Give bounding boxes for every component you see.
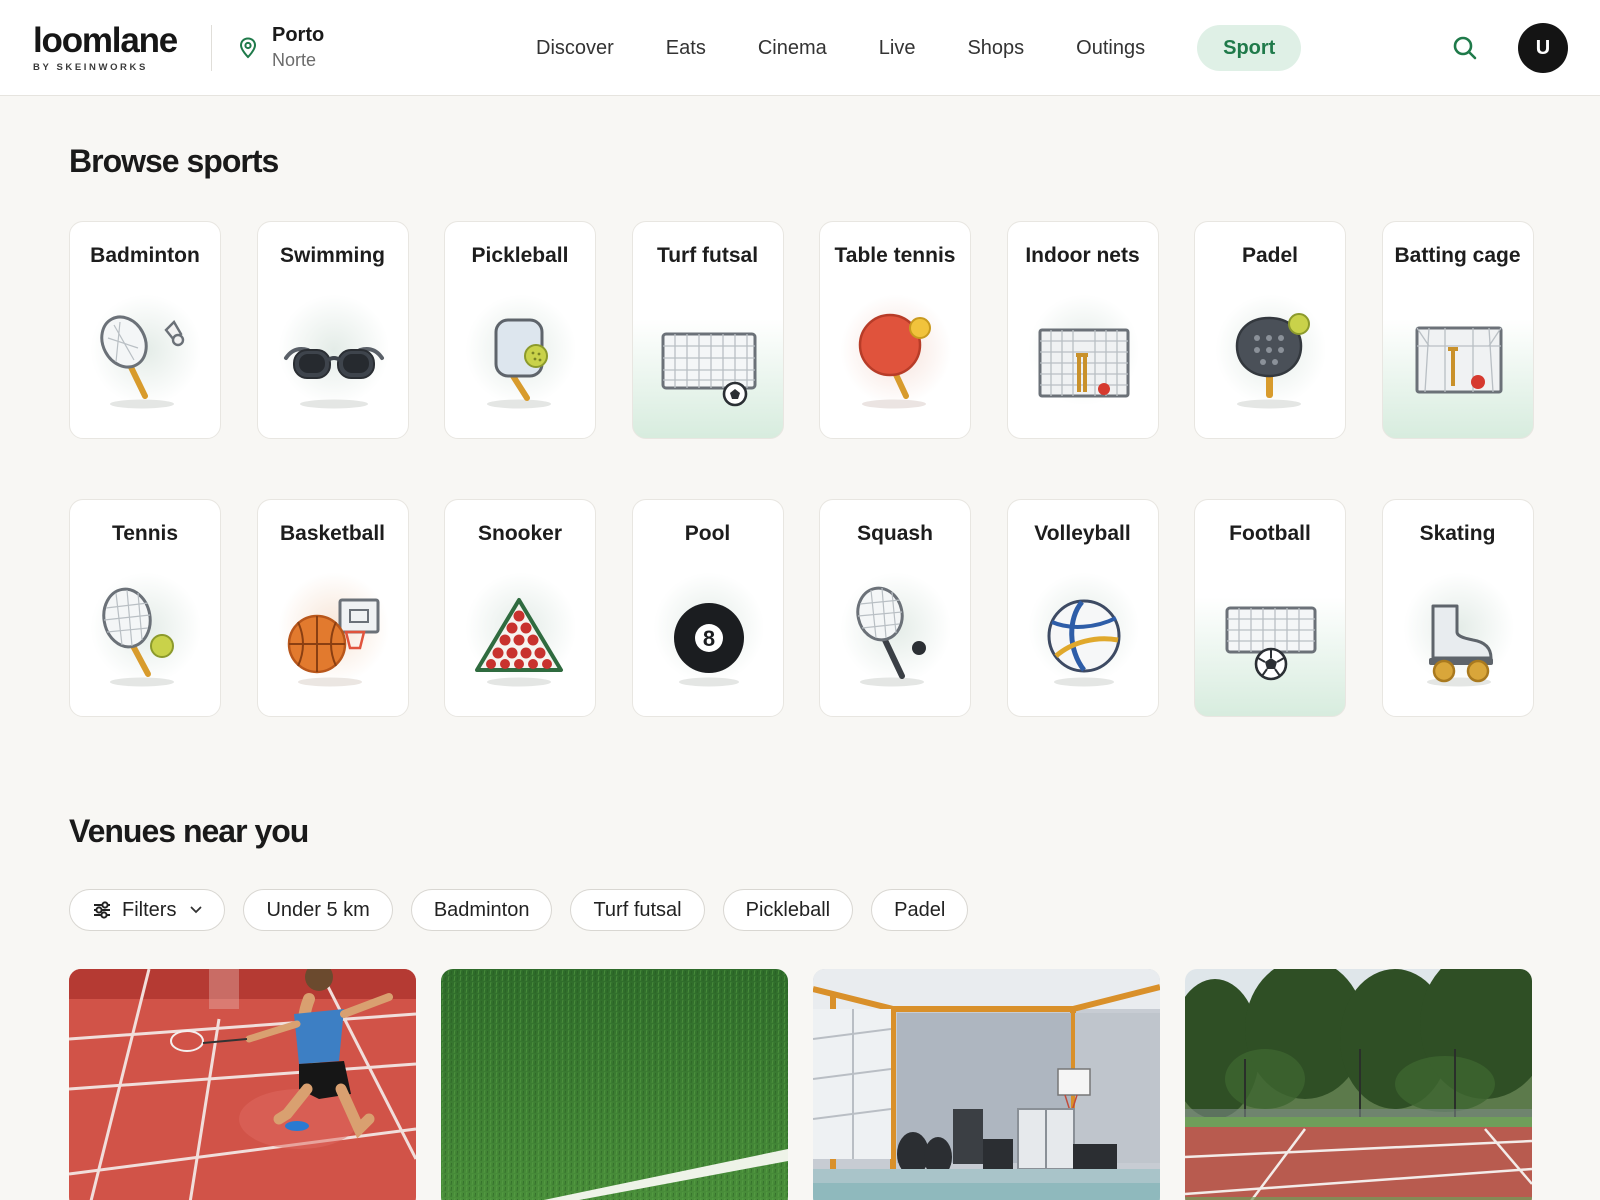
sport-label: Volleyball — [1034, 522, 1131, 545]
sport-tile-padel[interactable]: Padel — [1194, 221, 1346, 439]
cricket-nets-icon — [1038, 328, 1129, 398]
venue-list — [69, 969, 1532, 1200]
location-city[interactable]: Porto — [272, 24, 324, 47]
sport-tile-pickleball[interactable]: Pickleball — [444, 221, 596, 439]
sport-label: Padel — [1241, 244, 1299, 267]
chevron-down-icon — [191, 906, 202, 914]
nav-cinema[interactable]: Cinema — [732, 25, 853, 71]
sport-tile-pool[interactable]: Pool 8 — [631, 499, 784, 717]
nav-sport[interactable]: Sport — [1197, 25, 1302, 71]
search-icon[interactable] — [1450, 33, 1480, 63]
sport-label: Swimming — [279, 244, 385, 267]
sport-tile-volleyball[interactable]: Volleyball — [1006, 499, 1159, 717]
nav-eats[interactable]: Eats — [640, 25, 732, 71]
sport-tile-basketball[interactable]: Basketball — [256, 499, 409, 717]
sliders-icon — [94, 901, 110, 919]
filters-button[interactable]: Filters — [69, 889, 226, 931]
indoor-sports-hall-photo — [813, 969, 1160, 1200]
filter-chip-padel[interactable]: Padel — [871, 889, 969, 931]
basketball-hoop-icon — [287, 598, 379, 687]
eight-ball-number: 8 — [702, 626, 714, 651]
sport-label: Batting cage — [1394, 244, 1521, 267]
sport-label: Table tennis — [834, 244, 956, 267]
sport-label: Snooker — [477, 522, 563, 545]
filter-bar: Filters Under 5 km Badminton Turf futsal… — [69, 889, 969, 931]
volleyball-icon — [1047, 599, 1120, 687]
top-header: loomlane BY SKEINWORKS Porto Norte Disco… — [0, 0, 1600, 96]
sport-label: Turf futsal — [656, 244, 759, 267]
badminton-icon — [100, 315, 185, 409]
squash-racket-icon — [856, 586, 926, 687]
turf-field-photo — [441, 969, 788, 1200]
user-avatar[interactable]: U — [1518, 23, 1568, 73]
pickleball-paddle-icon — [487, 318, 551, 409]
sport-tile-turf-futsal[interactable]: Turf futsal — [631, 221, 784, 439]
sport-tile-squash[interactable]: Squash — [819, 499, 971, 717]
sports-grid: Badminton Swimming Pickleball Turf futsa… — [69, 221, 1534, 717]
sport-label: Basketball — [279, 522, 386, 545]
brand-logo[interactable]: loomlane BY SKEINWORKS — [33, 21, 178, 74]
sport-tile-football[interactable]: Football — [1194, 499, 1346, 717]
filter-chip-turf-futsal[interactable]: Turf futsal — [570, 889, 705, 931]
brand-name: loomlane — [33, 21, 178, 60]
nav-live[interactable]: Live — [853, 25, 942, 71]
location-region[interactable]: Norte — [272, 50, 316, 71]
batting-cage-icon — [1415, 326, 1502, 394]
nav-shops[interactable]: Shops — [941, 25, 1050, 71]
sport-label: Tennis — [111, 522, 179, 545]
sport-tile-indoor-nets[interactable]: Indoor nets — [1006, 221, 1159, 439]
filter-chip-under-5km[interactable]: Under 5 km — [243, 889, 393, 931]
sport-tile-table-tennis[interactable]: Table tennis — [819, 221, 971, 439]
filter-chip-pickleball[interactable]: Pickleball — [722, 889, 854, 931]
sport-label: Skating — [1419, 522, 1496, 545]
sport-tile-batting-cage[interactable]: Batting cage — [1381, 221, 1534, 439]
browse-sports-title: Browse sports — [69, 143, 279, 179]
eight-ball-icon: 8 — [673, 603, 744, 687]
venue-card[interactable] — [1185, 969, 1532, 1200]
outdoor-tennis-court-photo — [1185, 969, 1532, 1200]
sport-tile-tennis[interactable]: Tennis — [69, 499, 221, 717]
futsal-goal-icon — [661, 332, 756, 407]
venues-title: Venues near you — [69, 813, 309, 849]
nav-discover[interactable]: Discover — [510, 25, 640, 71]
roller-skate-icon — [1426, 604, 1493, 687]
sport-label: Football — [1229, 522, 1311, 545]
venue-card[interactable] — [813, 969, 1160, 1200]
tennis-racket-icon — [102, 587, 174, 687]
sport-label: Pickleball — [471, 244, 569, 267]
sport-label: Indoor nets — [1025, 244, 1140, 267]
football-goal-icon — [1225, 606, 1317, 681]
sport-label: Squash — [857, 522, 933, 545]
sport-tile-skating[interactable]: Skating — [1381, 499, 1534, 717]
swimming-goggles-icon — [283, 347, 384, 409]
map-pin-icon[interactable] — [238, 37, 258, 59]
sport-tile-badminton[interactable]: Badminton — [69, 221, 221, 439]
sport-label: Badminton — [90, 244, 200, 267]
padel-racket-icon — [1235, 313, 1310, 409]
header-divider — [211, 25, 212, 71]
sport-tile-snooker[interactable]: Snooker — [444, 499, 596, 717]
brand-subtitle: BY SKEINWORKS — [33, 62, 148, 73]
filter-chip-badminton[interactable]: Badminton — [410, 889, 553, 931]
sport-tile-swimming[interactable]: Swimming — [256, 221, 409, 439]
venue-card[interactable] — [69, 969, 416, 1200]
nav-outings[interactable]: Outings — [1050, 25, 1171, 71]
table-tennis-paddle-icon — [858, 313, 931, 409]
filters-label: Filters — [122, 898, 177, 921]
snooker-triangle-icon — [475, 598, 563, 687]
main-nav: Discover Eats Cinema Live Shops Outings … — [510, 25, 1302, 71]
sport-label: Pool — [684, 522, 731, 545]
venue-card[interactable] — [441, 969, 788, 1200]
badminton-court-photo — [69, 969, 416, 1200]
